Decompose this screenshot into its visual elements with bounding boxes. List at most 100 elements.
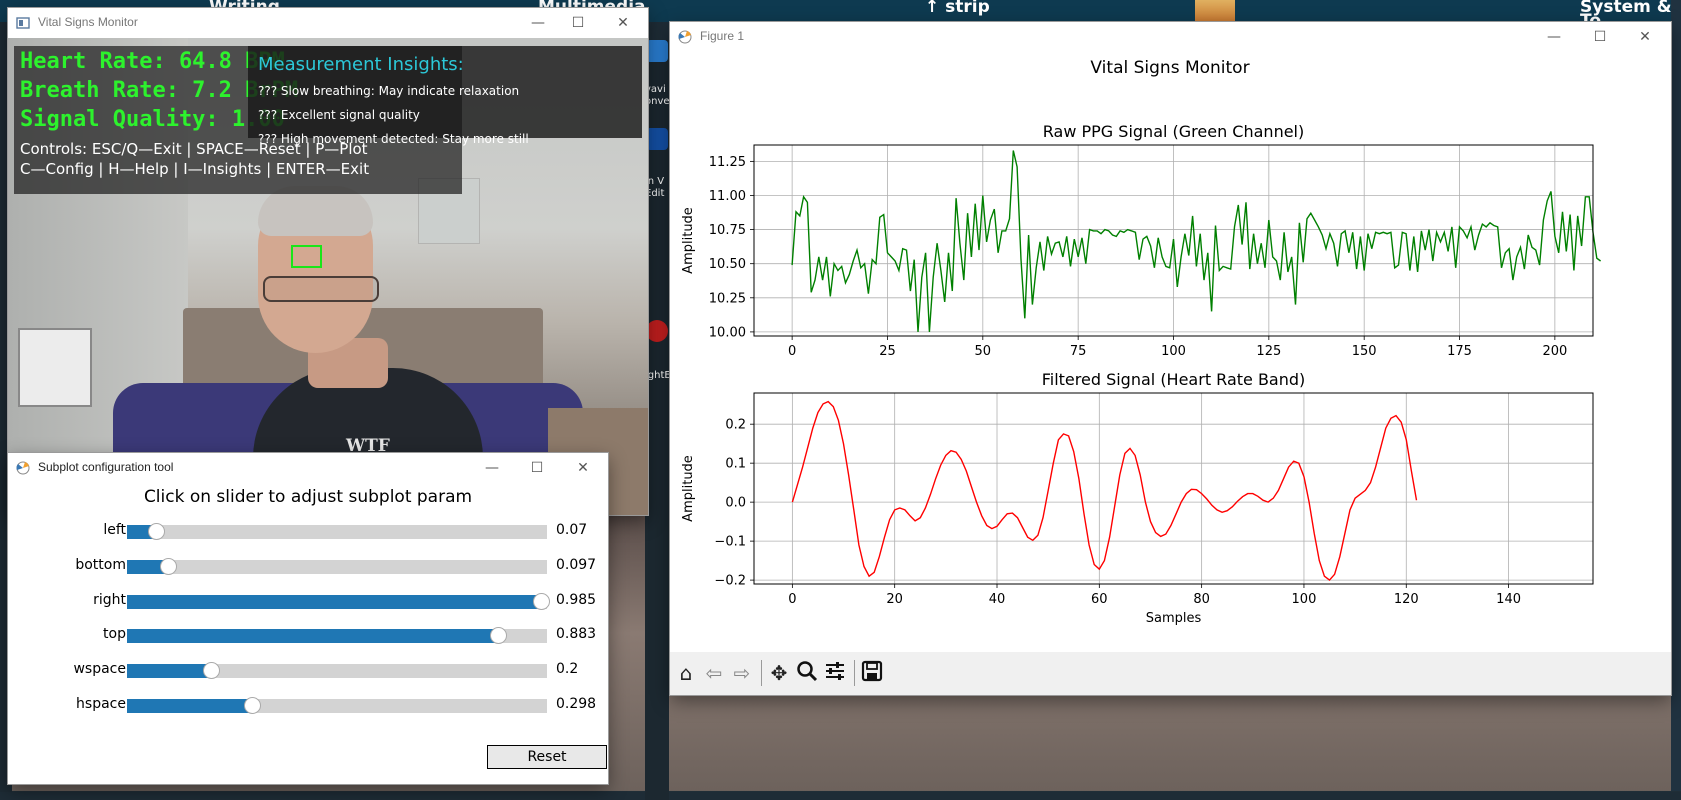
- x-tick-label: 0: [788, 344, 796, 359]
- config-heading: Click on slider to adjust subplot param: [143, 487, 473, 507]
- camera-feed: WTF Heart Rate: 64.8 BPM Breath Rate: 7.…: [8, 38, 648, 515]
- titlebar: Subplot configuration tool — ☐ ✕: [8, 453, 608, 483]
- x-tick-label: 140: [1496, 592, 1521, 607]
- vital-signs-camera-window: Vital Signs Monitor — ☐ ✕ WTF Heart Rate…: [8, 8, 648, 515]
- back-icon[interactable]: ⇦: [701, 660, 727, 686]
- y-tick-label: 0.1: [725, 457, 746, 472]
- slider-handle[interactable]: [532, 593, 550, 610]
- x-tick-label: 120: [1394, 592, 1419, 607]
- slider-track[interactable]: [127, 662, 547, 679]
- insight-line: ??? Slow breathing: May indicate relaxat…: [258, 84, 520, 98]
- home-icon[interactable]: ⌂: [673, 660, 699, 686]
- slider-right[interactable]: right 0.985: [8, 588, 608, 616]
- desktop-app-icon[interactable]: [646, 128, 668, 150]
- slider-track[interactable]: [127, 593, 550, 610]
- x-axis-label: Samples: [1146, 611, 1202, 626]
- slider-value: 0.097: [556, 557, 597, 573]
- controls-help-line2: C—Config | H—Help | I—Insights | ENTER—E…: [20, 160, 370, 178]
- x-tick-label: 75: [1070, 344, 1087, 359]
- slider-label: wspace: [73, 661, 126, 677]
- slider-wspace[interactable]: wspace 0.2: [8, 657, 608, 685]
- forehead-roi-box: [291, 245, 322, 268]
- y-tick-label: 10.00: [709, 325, 746, 340]
- x-tick-label: 125: [1256, 344, 1281, 359]
- slider-track[interactable]: [127, 697, 547, 714]
- forward-icon[interactable]: ⇨: [729, 660, 755, 686]
- signal-quality-readout: Signal Quality: 1.00: [20, 107, 285, 132]
- insights-title: Measurement Insights:: [258, 54, 464, 75]
- window-title: Figure 1: [700, 29, 745, 43]
- x-tick-label: 20: [886, 592, 903, 607]
- titlebar: Vital Signs Monitor — ☐ ✕: [8, 8, 648, 38]
- zoom-icon[interactable]: [794, 660, 820, 686]
- slider-hspace[interactable]: hspace 0.298: [8, 692, 608, 720]
- desktop-landscape-icon[interactable]: [1195, 0, 1235, 22]
- configure-subplots-icon[interactable]: [822, 660, 848, 686]
- desktop-icon-label: vavi: [645, 84, 666, 95]
- y-axis-label: Amplitude: [681, 455, 696, 522]
- maximize-button[interactable]: ☐: [1580, 24, 1620, 50]
- desktop-icon-label: ightE: [645, 370, 669, 381]
- minimize-button[interactable]: —: [518, 10, 558, 36]
- x-tick-label: 25: [879, 344, 896, 359]
- slider-fill: [127, 629, 498, 643]
- window-title: Subplot configuration tool: [38, 460, 174, 474]
- y-tick-label: 0.0: [725, 496, 746, 511]
- slider-track[interactable]: [127, 558, 547, 575]
- save-icon[interactable]: [859, 660, 885, 686]
- toolbar-separator: [854, 660, 855, 686]
- x-tick-label: 150: [1352, 344, 1377, 359]
- slider-value: 0.985: [556, 592, 597, 608]
- x-tick-label: 200: [1542, 344, 1567, 359]
- x-tick-label: 0: [788, 592, 796, 607]
- figure-canvas[interactable]: Vital Signs Monitor Raw PPG Signal (Gree…: [670, 52, 1671, 667]
- slider-left[interactable]: left 0.07: [8, 518, 608, 546]
- slider-fill: [127, 664, 211, 678]
- slider-label: left: [103, 522, 126, 538]
- desktop-tile-system[interactable]: System & To: [1580, 0, 1681, 22]
- slider-handle[interactable]: [148, 523, 166, 540]
- minimize-button[interactable]: —: [472, 455, 512, 481]
- insight-line: ??? Excellent signal quality: [258, 108, 420, 122]
- x-tick-label: 100: [1292, 592, 1317, 607]
- desktop-icon-label: Edit: [645, 188, 665, 199]
- slider-handle[interactable]: [244, 697, 262, 714]
- y-tick-label: −0.1: [714, 535, 746, 550]
- maximize-button[interactable]: ☐: [558, 10, 598, 36]
- slider-value: 0.298: [556, 696, 597, 712]
- y-tick-label: 11.00: [709, 189, 746, 204]
- x-tick-label: 175: [1447, 344, 1472, 359]
- desktop-tile-strip[interactable]: ↑ strip: [925, 0, 1045, 22]
- slider-bottom[interactable]: bottom 0.097: [8, 553, 608, 581]
- slider-top[interactable]: top 0.883: [8, 622, 608, 650]
- close-button[interactable]: ✕: [563, 455, 603, 481]
- slider-label: bottom: [75, 557, 126, 573]
- desktop-right-edge: [1671, 0, 1681, 791]
- desktop-app-icon[interactable]: [646, 320, 668, 342]
- slider-handle[interactable]: [203, 662, 220, 679]
- slider-track[interactable]: [127, 523, 547, 540]
- navigation-toolbar: ⌂ ⇦ ⇨ ✥: [670, 652, 1671, 695]
- reset-button[interactable]: Reset: [487, 745, 607, 769]
- y-axis-label: Amplitude: [681, 207, 696, 274]
- y-tick-label: 11.25: [709, 155, 746, 170]
- toolbar-separator: [761, 660, 762, 686]
- x-tick-label: 60: [1091, 592, 1108, 607]
- slider-handle[interactable]: [489, 627, 507, 644]
- window-app-icon: [16, 17, 30, 29]
- minimize-button[interactable]: —: [1534, 24, 1574, 50]
- slider-label: top: [103, 626, 126, 642]
- insight-line: ??? High movement detected: Stay more st…: [258, 132, 529, 146]
- slider-fill: [127, 699, 253, 713]
- desktop-app-icon[interactable]: [646, 40, 668, 62]
- glasses: [263, 276, 379, 302]
- slider-fill: [127, 595, 541, 609]
- close-button[interactable]: ✕: [603, 10, 643, 36]
- zoom-glyph: [797, 661, 818, 682]
- slider-handle[interactable]: [159, 558, 177, 575]
- pan-icon[interactable]: ✥: [766, 660, 792, 686]
- slider-track[interactable]: [127, 627, 547, 644]
- close-button[interactable]: ✕: [1625, 24, 1665, 50]
- maximize-button[interactable]: ☐: [517, 455, 557, 481]
- y-tick-label: 0.2: [725, 418, 746, 433]
